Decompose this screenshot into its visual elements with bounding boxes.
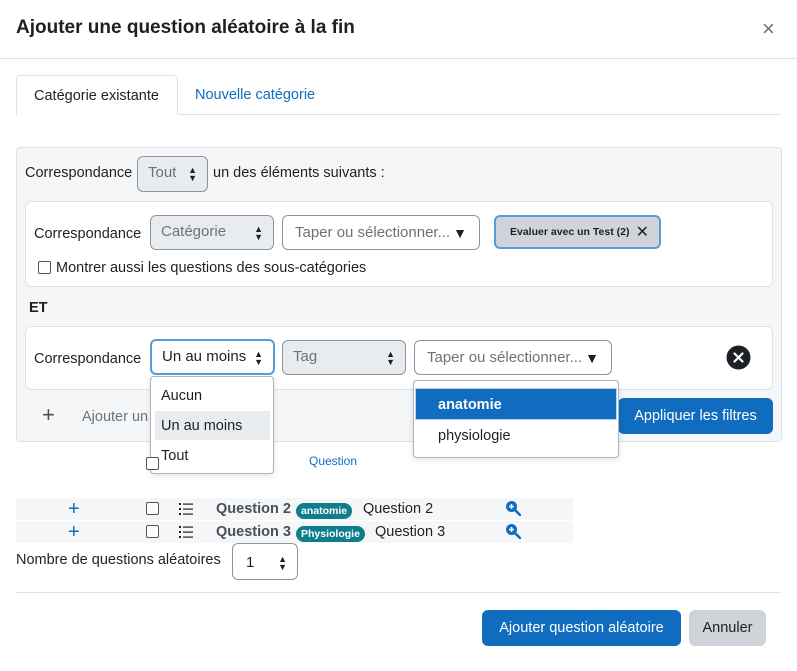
table-row: + Question 3 Physiologie Question 3 xyxy=(16,521,573,543)
column-question-header[interactable]: Question xyxy=(309,454,357,468)
match-option-all[interactable]: Tout xyxy=(161,448,188,464)
question-text: Question 3 xyxy=(375,524,446,540)
category-match-label: Correspondance xyxy=(34,226,142,242)
select-caret-icon: ▲ ▼ xyxy=(254,349,263,367)
category-type-select[interactable]: Catégorie ▲ ▼ xyxy=(150,215,274,250)
category-search-input[interactable]: Taper ou sélectionner... ▼ xyxy=(282,215,480,250)
match-all-select[interactable]: Tout ▲ ▼ xyxy=(137,156,208,192)
question-name: Question 2 xyxy=(216,501,291,517)
dialog-title: Ajouter une question aléatoire à la fin xyxy=(16,17,355,38)
tag-option-physiologie[interactable]: physiologie xyxy=(438,428,511,444)
match-label: Correspondance xyxy=(25,165,133,181)
random-count-value: 1 xyxy=(246,554,255,571)
select-caret-icon: ▲ ▼ xyxy=(188,165,197,183)
tag-option-anatomie[interactable]: anatomie xyxy=(438,397,502,413)
apply-filters-button[interactable]: Appliquer les filtres xyxy=(618,398,773,434)
add-condition-label[interactable]: Ajouter un xyxy=(82,409,148,425)
category-chip[interactable]: Evaluer avec un Test (2) ✕ xyxy=(494,215,661,249)
match-suffix: un des éléments suivants : xyxy=(213,165,385,181)
tag-suggestions-dropdown: anatomie physiologie xyxy=(413,380,619,458)
tab-new-category[interactable]: Nouvelle catégorie xyxy=(195,87,315,103)
add-condition-plus-icon[interactable]: + xyxy=(42,404,55,426)
dropdown-arrow-icon: ▼ xyxy=(585,350,599,366)
add-random-question-button[interactable]: Ajouter question aléatoire xyxy=(482,610,681,646)
dropdown-arrow-icon: ▼ xyxy=(453,225,467,241)
tab-existing-category[interactable]: Catégorie existante xyxy=(16,75,178,115)
remove-chip-icon[interactable]: ✕ xyxy=(636,222,649,242)
random-count-label: Nombre de questions aléatoires xyxy=(16,552,221,568)
subcategories-checkbox[interactable] xyxy=(38,261,51,274)
list-icon xyxy=(179,526,193,538)
preview-zoom-icon[interactable] xyxy=(505,500,521,516)
select-caret-icon: ▲ ▼ xyxy=(386,349,395,367)
join-label: ET xyxy=(29,300,48,316)
preview-zoom-icon[interactable] xyxy=(505,523,521,539)
match-option-none[interactable]: Aucun xyxy=(161,388,202,404)
match-options-dropdown: Aucun Un au moins Tout xyxy=(150,376,274,474)
tag-type-select[interactable]: Tag ▲ ▼ xyxy=(282,340,406,375)
row-checkbox[interactable] xyxy=(146,525,159,538)
question-text: Question 2 xyxy=(363,501,434,517)
question-name: Question 3 xyxy=(216,524,291,540)
match-option-at-least-one[interactable]: Un au moins xyxy=(161,418,242,434)
table-row: + Question 2 anatomie Question 2 xyxy=(16,498,573,520)
subcategories-label: Montrer aussi les questions des sous-cat… xyxy=(56,260,367,276)
tag-search-placeholder: Taper ou sélectionner... xyxy=(427,349,583,366)
tag-type-value: Tag xyxy=(293,348,318,365)
list-icon xyxy=(179,503,193,515)
tag-match-value: Un au moins xyxy=(162,348,247,365)
select-all-checkbox[interactable] xyxy=(146,457,159,470)
row-checkbox[interactable] xyxy=(146,502,159,515)
select-caret-icon: ▲ ▼ xyxy=(254,224,263,242)
tag-badge[interactable]: anatomie xyxy=(296,503,353,519)
category-chip-label: Evaluer avec un Test (2) xyxy=(510,226,630,238)
random-count-select[interactable]: 1 ▲ ▼ xyxy=(232,543,298,580)
close-icon[interactable]: × xyxy=(762,17,775,41)
footer-divider xyxy=(16,592,781,593)
tag-match-label: Correspondance xyxy=(34,351,142,367)
add-question-plus-icon[interactable]: + xyxy=(68,522,80,542)
tag-badge[interactable]: Physiologie xyxy=(296,526,365,542)
category-search-placeholder: Taper ou sélectionner... xyxy=(295,224,451,241)
remove-condition-icon[interactable] xyxy=(726,345,751,370)
select-caret-icon: ▲ ▼ xyxy=(278,554,287,572)
add-question-plus-icon[interactable]: + xyxy=(68,499,80,519)
category-type-value: Catégorie xyxy=(161,223,227,240)
match-all-value: Tout xyxy=(148,164,177,181)
tag-match-select[interactable]: Un au moins ▲ ▼ xyxy=(150,339,275,375)
tag-search-input[interactable]: Taper ou sélectionner... ▼ xyxy=(414,340,612,375)
cancel-button[interactable]: Annuler xyxy=(689,610,766,646)
